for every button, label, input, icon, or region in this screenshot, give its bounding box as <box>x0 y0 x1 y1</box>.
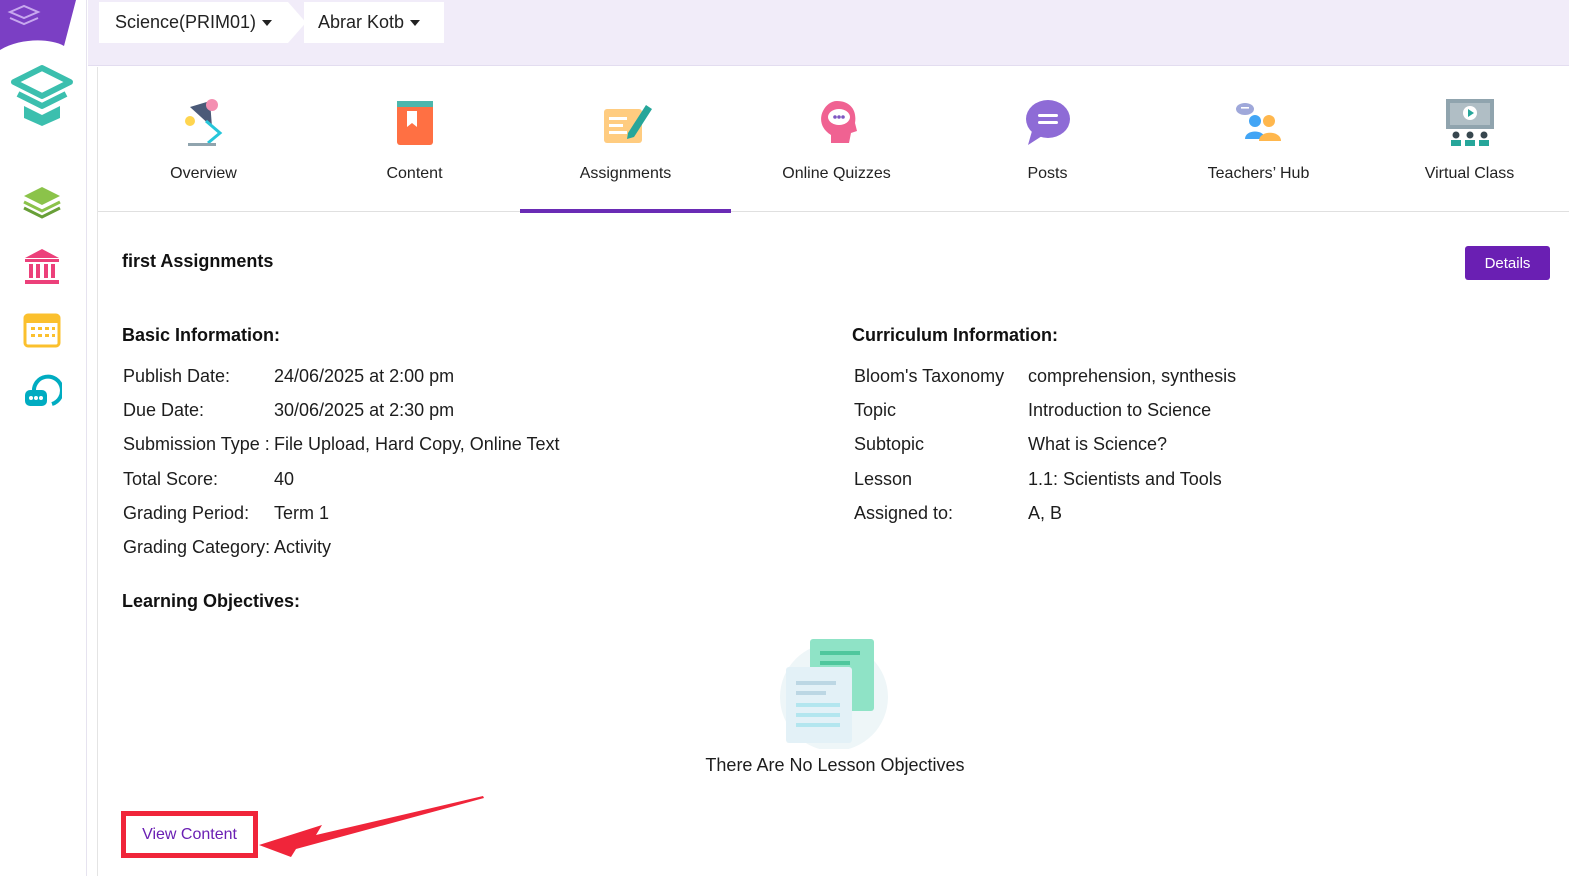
info-row: Topic Introduction to Science <box>854 393 1236 427</box>
tab-content[interactable]: Content <box>309 67 520 212</box>
info-row: Grading Period: Term 1 <box>123 496 559 530</box>
curriculum-info-heading: Curriculum Information: <box>852 325 1058 345</box>
details-button[interactable]: Details <box>1465 246 1550 280</box>
info-key: Grading Category: <box>123 537 271 558</box>
info-row: Assigned to: A, B <box>854 496 1236 530</box>
sidebar <box>0 0 87 876</box>
empty-documents-icon <box>780 639 888 749</box>
head-chat-icon <box>820 101 857 143</box>
caret-down-icon <box>410 19 421 26</box>
assignment-details: first Assignments Details Basic Informat… <box>98 213 1569 876</box>
info-value: Introduction to Science <box>1028 399 1212 420</box>
lamp-icon <box>184 99 222 146</box>
info-value: 30/06/2025 at 2:30 pm <box>274 399 455 420</box>
book-icon <box>396 101 433 145</box>
info-key: Lesson <box>854 468 913 489</box>
info-key: Topic <box>854 399 897 420</box>
info-key: Grading Period: <box>123 502 250 523</box>
school-logo-icon[interactable] <box>8 62 76 130</box>
tab-assignments[interactable]: Assignments <box>520 67 731 213</box>
main-panel: Overview Content Assignments Online Quiz… <box>97 67 1569 876</box>
annotation-arrow-icon <box>259 796 484 857</box>
tab-online-quizzes[interactable]: Online Quizzes <box>731 67 942 212</box>
view-content-link[interactable]: View Content <box>142 826 237 844</box>
chat-support-icon[interactable] <box>20 370 64 414</box>
subject-selector[interactable]: Science(PRIM01) <box>99 2 288 43</box>
calendar-icon[interactable] <box>20 307 64 351</box>
info-key: Subtopic <box>854 434 925 455</box>
info-row: Total Score: 40 <box>123 462 559 496</box>
courses-layers-icon[interactable] <box>20 180 64 224</box>
info-row: Lesson 1.1: Scientists and Tools <box>854 462 1236 496</box>
tab-posts[interactable]: Posts <box>942 67 1153 212</box>
info-key: Submission Type : <box>123 434 270 455</box>
info-key: Assigned to: <box>854 502 954 523</box>
info-value: A, B <box>1028 502 1063 523</box>
info-value: 24/06/2025 at 2:00 pm <box>274 365 455 386</box>
view-content-highlight: View Content <box>121 811 258 858</box>
info-value: 40 <box>274 468 295 489</box>
tab-label: Overview <box>170 165 237 182</box>
learning-objectives-heading: Learning Objectives: <box>122 591 301 611</box>
info-value: Term 1 <box>274 502 330 523</box>
assignment-title: first Assignments <box>122 251 274 271</box>
curriculum-info-table: Bloom's Taxonomy comprehension, synthesis… <box>854 359 1236 530</box>
speech-bubble-icon <box>1025 100 1070 145</box>
empty-objectives-message: There Are No Lesson Objectives <box>705 755 965 775</box>
info-key: Bloom's Taxonomy <box>854 365 1005 386</box>
tab-virtual-class[interactable]: Virtual Class <box>1364 67 1569 212</box>
info-value: Activity <box>274 537 332 558</box>
info-row: Bloom's Taxonomy comprehension, synthesis <box>854 359 1236 393</box>
institution-icon[interactable] <box>20 244 64 288</box>
subject-selector-label: Science(PRIM01) <box>115 12 257 32</box>
classroom-screen-icon <box>1445 99 1494 146</box>
people-icon <box>1235 103 1281 141</box>
teacher-selector-label: Abrar Kotb <box>318 12 405 32</box>
tab-teachers-hub[interactable]: Teachers’ Hub <box>1153 67 1364 212</box>
info-row: Due Date: 30/06/2025 at 2:30 pm <box>123 393 559 427</box>
tab-label: Posts <box>1027 165 1068 182</box>
info-value: What is Science? <box>1028 434 1168 455</box>
tab-overview[interactable]: Overview <box>98 67 309 212</box>
tab-label: Online Quizzes <box>782 165 891 182</box>
info-key: Publish Date: <box>123 365 231 386</box>
teacher-selector[interactable]: Abrar Kotb <box>304 2 444 43</box>
info-row: Publish Date: 24/06/2025 at 2:00 pm <box>123 359 559 393</box>
pen-paper-icon <box>603 105 652 143</box>
tab-label: Virtual Class <box>1424 165 1515 182</box>
top-bar: Science(PRIM01) Abrar Kotb <box>88 0 1569 66</box>
info-key: Due Date: <box>123 399 205 420</box>
tab-label: Teachers’ Hub <box>1207 165 1310 182</box>
tab-label: Assignments <box>579 165 672 182</box>
info-value: File Upload, Hard Copy, Online Text <box>274 434 560 455</box>
basic-info-heading: Basic Information: <box>122 325 281 345</box>
info-row: Subtopic What is Science? <box>854 428 1236 462</box>
info-row: Submission Type : File Upload, Hard Copy,… <box>123 428 559 462</box>
tab-bar: Overview Content Assignments Online Quiz… <box>98 67 1569 213</box>
info-key: Total Score: <box>123 468 219 489</box>
caret-down-icon <box>262 19 273 26</box>
info-row: Grading Category: Activity <box>123 530 559 564</box>
app-switcher-corner-icon[interactable] <box>0 0 76 50</box>
tab-label: Content <box>386 165 443 182</box>
info-value: comprehension, synthesis <box>1028 365 1237 386</box>
info-value: 1.1: Scientists and Tools <box>1028 468 1222 489</box>
basic-info-table: Publish Date: 24/06/2025 at 2:00 pm Due D… <box>123 359 559 565</box>
